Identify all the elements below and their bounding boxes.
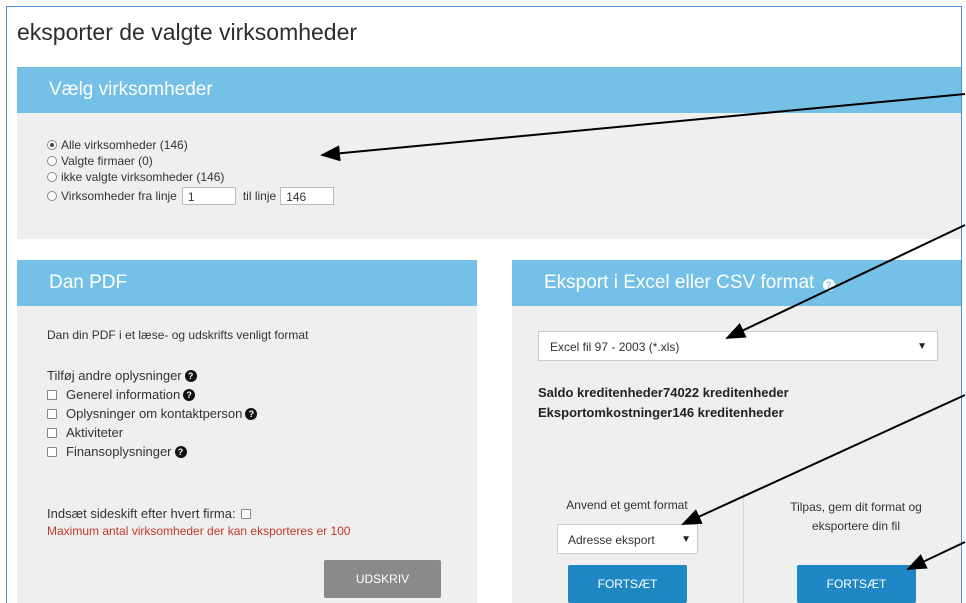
pagebreak-checkbox[interactable]	[240, 508, 251, 519]
pdf-header: Dan PDF	[17, 260, 477, 306]
radio-range-companies[interactable]: Virksomheder fra linje 1 til linje 146	[47, 185, 335, 207]
radio-selected-companies[interactable]: Valgte firmaer (0)	[47, 153, 334, 169]
radio-button[interactable]	[47, 172, 57, 182]
saved-format-value: Adresse eksport	[568, 533, 655, 547]
credit-balance-label: Saldo kreditenheder	[538, 385, 663, 400]
radio-button[interactable]	[47, 191, 57, 201]
help-icon[interactable]: ?	[245, 407, 258, 420]
pagebreak-option[interactable]: Indsæt sideskift efter hvert firma:	[47, 504, 260, 523]
max-export-warning: Maximum antal virksomheder der kan ekspo…	[47, 524, 351, 538]
help-icon[interactable]: ?	[822, 279, 835, 291]
page-title: eksporter de valgte virksomheder	[17, 19, 358, 45]
radio-unselected-companies[interactable]: ikke valgte virksomheder (146)	[47, 169, 334, 185]
pdf-panel: Dan PDF Dan din PDF i et læse- og udskri…	[17, 260, 477, 603]
export-cost: Eksportomkostninger146 kreditenheder	[538, 403, 789, 423]
checkbox[interactable]	[47, 408, 57, 419]
radio-label: Alle virksomheder (146)	[61, 138, 188, 152]
saved-format-select[interactable]: Adresse eksport ▼	[557, 524, 698, 554]
help-icon[interactable]: ?	[184, 369, 197, 382]
pagebreak-label: Indsæt sideskift efter hvert firma:	[47, 506, 236, 521]
radio-all-companies[interactable]: Alle virksomheder (146)	[47, 137, 334, 153]
checkbox[interactable]	[47, 446, 57, 457]
range-to-label: til linje	[242, 189, 277, 203]
radio-button[interactable]	[47, 140, 57, 150]
export-cost-label: Eksportomkostninger	[538, 405, 673, 420]
checkbox-general-info[interactable]: Generel information ?	[47, 385, 257, 404]
extra-info-label: Tilføj andre oplysninger	[47, 368, 182, 383]
print-button[interactable]: UDSKRIV	[324, 560, 441, 598]
help-icon[interactable]: ?	[183, 388, 196, 401]
continue-saved-button[interactable]: FORTSÆT	[568, 565, 687, 603]
checkbox[interactable]	[47, 389, 57, 400]
help-icon[interactable]: ?	[174, 445, 187, 458]
range-from-input[interactable]: 1	[181, 187, 236, 205]
extra-info-title: Tilføj andre oplysninger ?	[47, 368, 197, 383]
checkbox-label: Finansoplysninger	[66, 444, 172, 459]
checkbox-label: Aktiviteter	[66, 425, 124, 440]
format-select[interactable]: Excel fil 97 - 2003 (*.xls) ▼	[538, 331, 938, 361]
export-window: eksporter de valgte virksomheder Vælg vi…	[6, 6, 962, 603]
export-cost-value: 146 kreditenheder	[672, 405, 784, 420]
chevron-down-icon: ▼	[917, 341, 927, 352]
column-divider	[743, 492, 744, 603]
excel-header: Eksport i Excel eller CSV format ?	[512, 260, 961, 306]
checkbox-contact-person[interactable]: Oplysninger om kontaktperson ?	[47, 404, 258, 423]
checkbox-label: Generel information	[66, 387, 181, 402]
saved-format-title: Anvend et gemt format	[566, 498, 688, 512]
radio-label: ikke valgte virksomheder (146)	[61, 170, 225, 184]
excel-panel: Eksport i Excel eller CSV format ? Excel…	[512, 260, 961, 603]
format-select-value: Excel fil 97 - 2003 (*.xls)	[550, 340, 680, 354]
select-companies-header: Vælg virksomheder	[17, 67, 961, 113]
checkbox[interactable]	[47, 427, 57, 438]
chevron-down-icon: ▼	[681, 534, 691, 545]
checkbox-label: Oplysninger om kontaktperson	[66, 406, 243, 421]
select-companies-panel: Vælg virksomheder Alle virksomheder (146…	[17, 67, 961, 239]
credit-balance-value: 74022 kreditenheder	[662, 385, 789, 400]
radio-label: Valgte firmaer (0)	[61, 154, 153, 168]
continue-custom-button[interactable]: FORTSÆT	[797, 565, 916, 603]
range-to-input[interactable]: 146	[280, 187, 335, 205]
checkbox-finance[interactable]: Finansoplysninger ?	[47, 442, 257, 461]
custom-format-title: Tilpas, gem dit format og eksportere din…	[790, 500, 922, 533]
range-from-label: Virksomheder fra linje	[61, 189, 177, 203]
pdf-description: Dan din PDF i et læse- og udskrifts venl…	[47, 328, 309, 342]
checkbox-activities[interactable]: Aktiviteter	[47, 423, 257, 442]
credit-balance: Saldo kreditenheder74022 kreditenheder	[538, 383, 789, 403]
radio-button[interactable]	[47, 156, 57, 166]
excel-header-label: Eksport i Excel eller CSV format	[544, 272, 815, 293]
